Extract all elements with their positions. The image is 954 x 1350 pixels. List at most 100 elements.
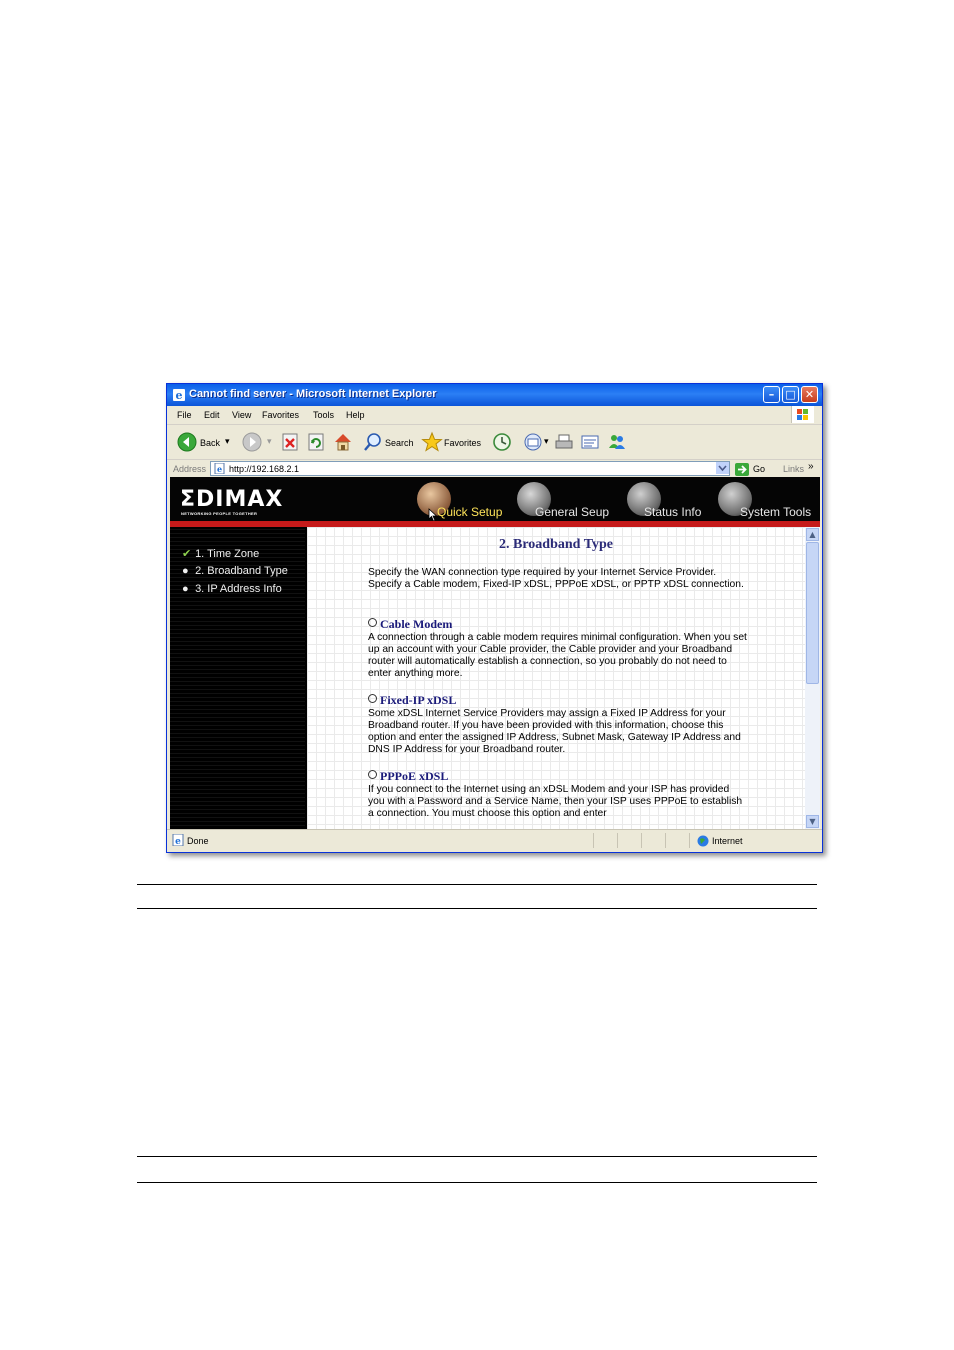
nav-status-info[interactable]: Status Info: [625, 477, 720, 521]
svg-text:e: e: [176, 389, 183, 402]
nav-system-tools[interactable]: System Tools: [716, 477, 820, 521]
back-icon[interactable]: [177, 431, 197, 453]
menu-view[interactable]: View: [232, 410, 251, 420]
option-description: A connection through a cable modem requi…: [368, 632, 747, 679]
links-label[interactable]: Links: [783, 464, 804, 474]
intro-text: Specify the WAN connection type required…: [368, 567, 744, 590]
globe-icon: [697, 835, 709, 847]
scroll-down-icon[interactable]: ▼: [806, 815, 819, 828]
status-bar: e Done Internet: [167, 829, 822, 852]
router-banner: ΣDIMAX NETWORKING PEOPLE TOGETHER Quick …: [170, 477, 820, 522]
option-description: If you connect to the Internet using an …: [368, 784, 743, 819]
nav-label: Status Info: [644, 505, 702, 519]
step-ip-address-info[interactable]: ● 3. IP Address Info: [182, 583, 282, 595]
svg-text:e: e: [175, 837, 181, 846]
status-divider: [593, 833, 594, 848]
address-input[interactable]: e http://192.168.2.1: [210, 461, 730, 476]
option-description: Some xDSL Internet Service Providers may…: [368, 708, 741, 755]
window-title: Cannot find server - Microsoft Internet …: [189, 388, 437, 400]
step-label: 3. IP Address Info: [195, 583, 282, 595]
ie-icon: e: [173, 389, 185, 402]
favorites-button-label[interactable]: Favorites: [444, 438, 481, 448]
go-icon[interactable]: [735, 463, 749, 476]
horizontal-rule: [137, 884, 817, 885]
status-divider: [665, 833, 666, 848]
go-button-label[interactable]: Go: [753, 464, 765, 474]
home-icon[interactable]: [332, 431, 354, 453]
security-zone: Internet: [712, 836, 743, 846]
status-divider: [689, 833, 690, 848]
windows-logo-icon: [791, 406, 814, 423]
cursor-icon: [428, 508, 438, 522]
web-page: ΣDIMAX NETWORKING PEOPLE TOGETHER Quick …: [170, 477, 820, 829]
horizontal-rule: [137, 1156, 817, 1157]
bullet-icon: ●: [182, 583, 189, 595]
back-dropdown-icon[interactable]: ▾: [225, 436, 230, 447]
menu-edit[interactable]: Edit: [204, 410, 220, 420]
option-title: Cable Modem: [380, 617, 453, 631]
radio-button[interactable]: [368, 694, 377, 703]
menu-tools[interactable]: Tools: [313, 410, 334, 420]
horizontal-rule: [137, 908, 817, 909]
content-pane: 2. Broadband Type Specify the WAN connec…: [307, 527, 805, 829]
nav-quick-setup[interactable]: Quick Setup: [415, 477, 515, 522]
favorites-icon[interactable]: [421, 431, 443, 453]
menu-bar: File Edit View Favorites Tools Help: [167, 406, 822, 425]
option-pppoe-xdsl[interactable]: PPPoE xDSL: [368, 769, 448, 784]
step-broadband-type[interactable]: ● 2. Broadband Type: [182, 565, 288, 577]
radio-button[interactable]: [368, 770, 377, 779]
print-icon[interactable]: [554, 431, 574, 453]
check-icon: ✔: [182, 548, 192, 560]
address-dropdown-icon[interactable]: [716, 462, 729, 474]
browser-window: e Cannot find server - Microsoft Interne…: [166, 383, 823, 853]
address-bar: Address e http://192.168.2.1 Go Links »: [167, 459, 822, 478]
back-button-label[interactable]: Back: [200, 438, 220, 448]
mail-dropdown-icon[interactable]: ▾: [544, 436, 549, 447]
maximize-button[interactable]: □: [782, 386, 799, 403]
menu-file[interactable]: File: [177, 410, 192, 420]
page-icon: e: [172, 834, 184, 846]
refresh-icon[interactable]: [307, 431, 325, 453]
search-button-label[interactable]: Search: [385, 438, 414, 448]
search-icon[interactable]: [363, 431, 383, 453]
scroll-up-icon[interactable]: ▲: [806, 528, 819, 541]
mail-icon[interactable]: [523, 431, 543, 453]
page-icon: e: [214, 463, 225, 474]
page-title: 2. Broadband Type: [499, 537, 613, 552]
chevron-right-icon[interactable]: »: [808, 461, 814, 472]
messenger-icon[interactable]: [607, 431, 627, 453]
history-icon[interactable]: [492, 431, 512, 453]
edit-icon[interactable]: [580, 431, 600, 453]
option-fixed-ip-xdsl[interactable]: Fixed-IP xDSL: [368, 693, 456, 708]
step-sidebar: ✔ 1. Time Zone ● 2. Broadband Type ● 3. …: [170, 527, 305, 829]
minimize-button[interactable]: –: [763, 386, 780, 403]
option-cable-modem[interactable]: Cable Modem: [368, 617, 452, 632]
nav-label: General Seup: [535, 505, 610, 519]
status-divider: [641, 833, 642, 848]
nav-general-setup[interactable]: General Seup: [515, 477, 620, 521]
close-button[interactable]: ✕: [801, 386, 818, 403]
radio-button[interactable]: [368, 618, 377, 627]
svg-text:e: e: [217, 464, 222, 474]
horizontal-rule: [137, 1182, 817, 1183]
stop-icon[interactable]: [281, 431, 299, 453]
nav-label: Quick Setup: [437, 505, 503, 519]
option-title: Fixed-IP xDSL: [380, 693, 457, 707]
toolbar: Back ▾ ▾ Search Favorites ▾: [167, 425, 822, 459]
brand-logo: ΣDIMAX: [180, 487, 284, 512]
scroll-thumb[interactable]: [806, 542, 819, 684]
address-label: Address: [173, 464, 207, 474]
address-url: http://192.168.2.1: [229, 464, 300, 474]
menu-help[interactable]: Help: [346, 410, 365, 420]
option-title: PPPoE xDSL: [380, 769, 449, 783]
title-bar[interactable]: e Cannot find server - Microsoft Interne…: [167, 384, 822, 406]
bullet-icon: ●: [182, 565, 189, 577]
status-text: Done: [187, 836, 209, 846]
vertical-scrollbar[interactable]: ▲ ▼: [805, 527, 820, 829]
nav-label: System Tools: [740, 505, 812, 519]
forward-dropdown-icon[interactable]: ▾: [267, 436, 272, 447]
menu-favorites[interactable]: Favorites: [262, 410, 299, 420]
step-time-zone[interactable]: ✔ 1. Time Zone: [182, 547, 259, 560]
forward-icon[interactable]: [242, 431, 262, 453]
status-divider: [617, 833, 618, 848]
